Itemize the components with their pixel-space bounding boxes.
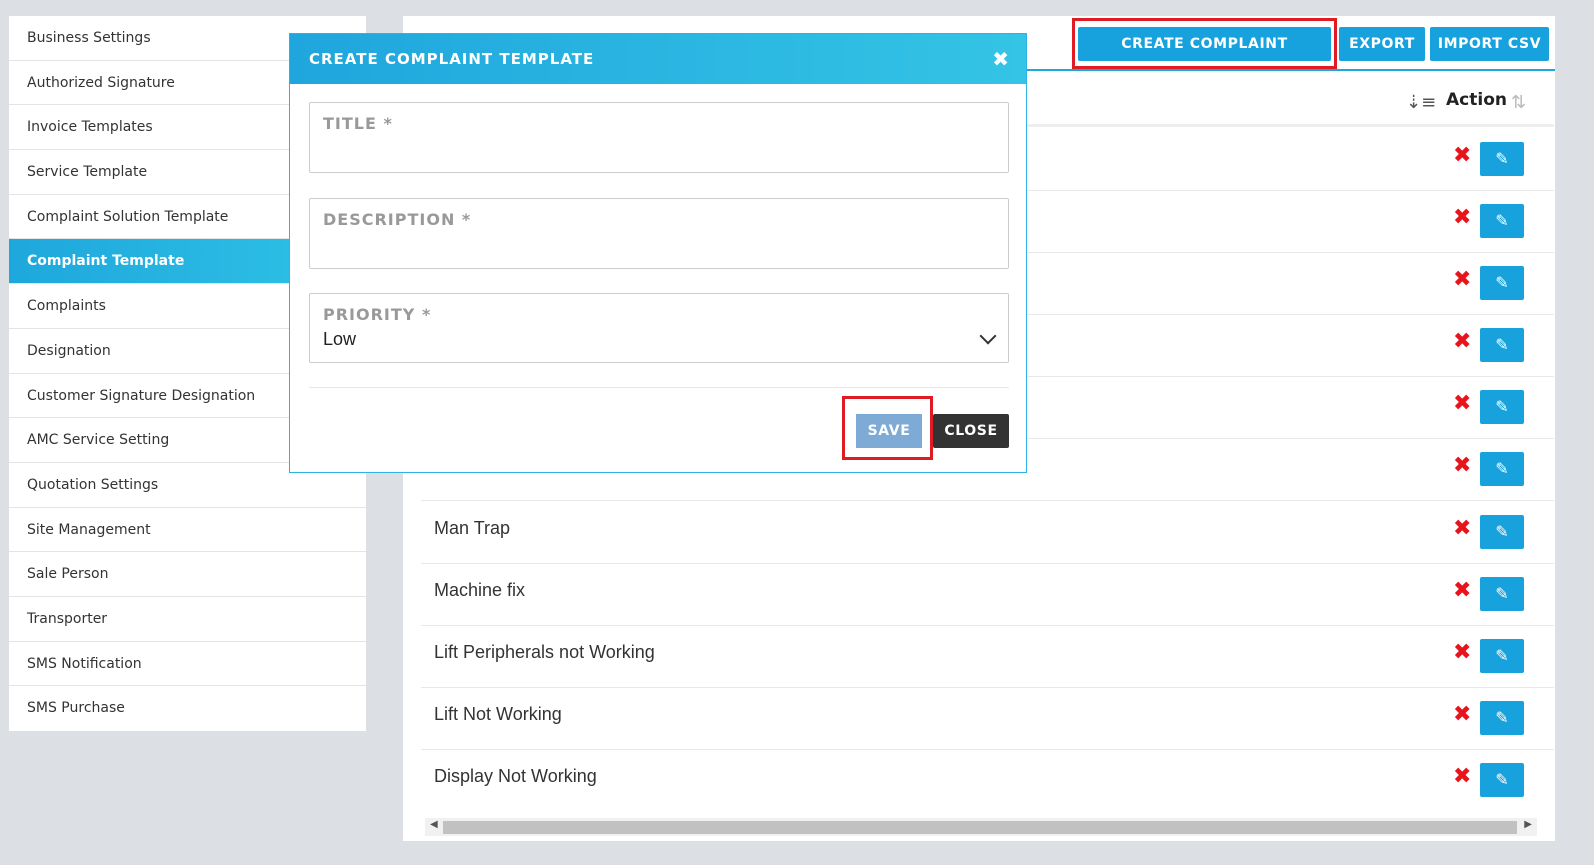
priority-select[interactable]: PRIORITY * Low — [309, 293, 1009, 363]
delete-icon[interactable]: ✖ — [1453, 764, 1471, 789]
row-title: Man Trap — [434, 518, 511, 538]
edit-button[interactable]: ✎ — [1480, 452, 1524, 486]
create-complaint-template-modal: CREATE COMPLAINT TEMPLATE ✖ TITLE * DESC… — [289, 33, 1027, 473]
table-row: Lift Peripherals not Working ✖ ✎ — [421, 626, 1554, 688]
table-row: Man Trap ✖ ✎ — [421, 502, 1554, 564]
edit-button[interactable]: ✎ — [1480, 142, 1524, 176]
sort-desc-icon[interactable]: ⇣≡ — [1406, 92, 1436, 113]
sort-icon[interactable]: ⇅ — [1511, 92, 1526, 113]
delete-icon[interactable]: ✖ — [1453, 391, 1471, 416]
horizontal-scrollbar[interactable]: ◀ ▶ — [425, 818, 1537, 836]
edit-button[interactable]: ✎ — [1480, 763, 1524, 797]
priority-selected-value: Low — [323, 329, 357, 349]
close-icon[interactable]: ✖ — [992, 34, 1010, 84]
modal-title: CREATE COMPLAINT TEMPLATE — [309, 50, 595, 68]
title-field-label: TITLE * — [323, 114, 393, 133]
delete-icon[interactable]: ✖ — [1453, 453, 1471, 478]
table-row: Display Not Working ✖ ✎ — [421, 750, 1554, 812]
modal-footer-divider — [309, 387, 1009, 388]
sidebar-item-sms-purchase[interactable]: SMS Purchase — [9, 686, 366, 731]
pencil-icon: ✎ — [1495, 646, 1509, 665]
pencil-icon: ✎ — [1495, 149, 1509, 168]
edit-button[interactable]: ✎ — [1480, 390, 1524, 424]
action-column-header: Action — [1446, 90, 1507, 110]
close-button[interactable]: CLOSE — [933, 414, 1009, 448]
scroll-right-icon[interactable]: ▶ — [1524, 819, 1532, 830]
chevron-down-icon — [979, 327, 997, 345]
pencil-icon: ✎ — [1495, 459, 1509, 478]
row-title: Lift Peripherals not Working — [434, 642, 655, 662]
pencil-icon: ✎ — [1495, 397, 1509, 416]
table-row: Machine fix ✖ ✎ — [421, 564, 1554, 626]
description-field-label: DESCRIPTION * — [323, 210, 472, 229]
edit-button[interactable]: ✎ — [1480, 639, 1524, 673]
create-complaint-template-button[interactable]: CREATE COMPLAINT TEMPLATE — [1078, 27, 1331, 86]
pencil-icon: ✎ — [1495, 335, 1509, 354]
pencil-icon: ✎ — [1495, 708, 1509, 727]
sidebar-item-site-management[interactable]: Site Management — [9, 508, 366, 553]
export-button[interactable]: EXPORT — [1339, 27, 1425, 61]
delete-icon[interactable]: ✖ — [1453, 143, 1471, 168]
delete-icon[interactable]: ✖ — [1453, 516, 1471, 541]
edit-button[interactable]: ✎ — [1480, 577, 1524, 611]
edit-button[interactable]: ✎ — [1480, 266, 1524, 300]
pencil-icon: ✎ — [1495, 522, 1509, 541]
priority-field-label: PRIORITY * — [323, 305, 432, 324]
pencil-icon: ✎ — [1495, 584, 1509, 603]
table-row: Lift Not Working ✖ ✎ — [421, 688, 1554, 750]
row-title: Display Not Working — [434, 766, 597, 786]
delete-icon[interactable]: ✖ — [1453, 702, 1471, 727]
delete-icon[interactable]: ✖ — [1453, 640, 1471, 665]
pencil-icon: ✎ — [1495, 211, 1509, 230]
edit-button[interactable]: ✎ — [1480, 515, 1524, 549]
row-title: Lift Not Working — [434, 704, 562, 724]
description-field[interactable]: DESCRIPTION * — [309, 198, 1009, 269]
sidebar-item-transporter[interactable]: Transporter — [9, 597, 366, 642]
edit-button[interactable]: ✎ — [1480, 701, 1524, 735]
sidebar-item-sms-notification[interactable]: SMS Notification — [9, 642, 366, 687]
toolbar-underline — [1023, 69, 1555, 71]
delete-icon[interactable]: ✖ — [1453, 267, 1471, 292]
edit-button[interactable]: ✎ — [1480, 328, 1524, 362]
scroll-thumb[interactable] — [443, 821, 1517, 834]
edit-button[interactable]: ✎ — [1480, 204, 1524, 238]
delete-icon[interactable]: ✖ — [1453, 205, 1471, 230]
sidebar-item-sale-person[interactable]: Sale Person — [9, 552, 366, 597]
pencil-icon: ✎ — [1495, 273, 1509, 292]
import-csv-button[interactable]: IMPORT CSV — [1430, 27, 1549, 61]
delete-icon[interactable]: ✖ — [1453, 329, 1471, 354]
delete-icon[interactable]: ✖ — [1453, 578, 1471, 603]
scroll-left-icon[interactable]: ◀ — [430, 819, 438, 830]
pencil-icon: ✎ — [1495, 770, 1509, 789]
title-field[interactable]: TITLE * — [309, 102, 1009, 173]
modal-header: CREATE COMPLAINT TEMPLATE ✖ — [290, 34, 1026, 84]
save-button[interactable]: SAVE — [856, 414, 922, 448]
row-title: Machine fix — [434, 580, 526, 600]
